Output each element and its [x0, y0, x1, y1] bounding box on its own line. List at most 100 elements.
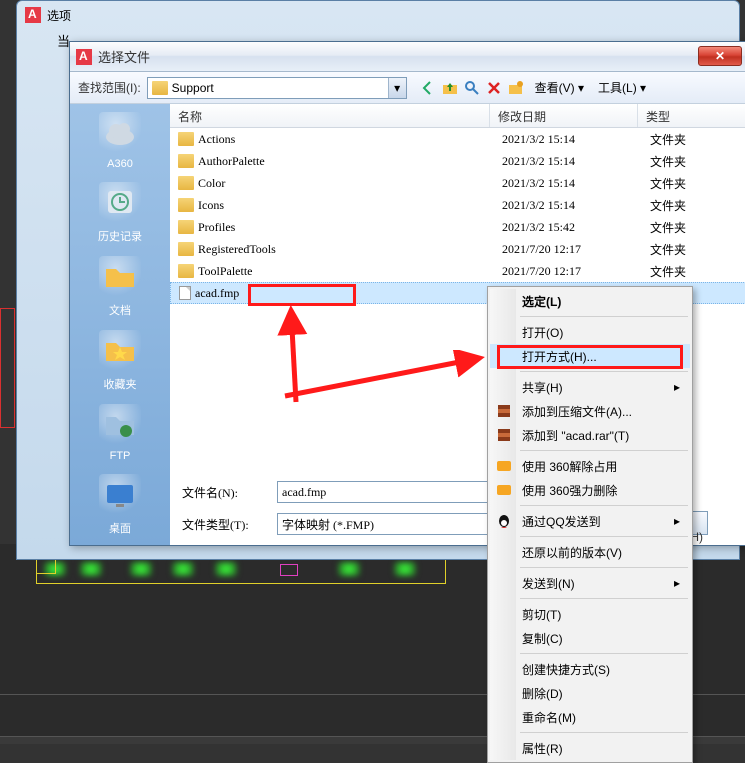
chevron-right-icon: ▸ [674, 380, 680, 394]
dialog-toolbar: 查找范围(I): Support ▾ 查看(V) ▾ 工具(L) ▾ [70, 72, 745, 104]
column-name[interactable]: 名称 [170, 104, 490, 127]
look-in-value: Support [172, 81, 214, 95]
folder-row[interactable]: Icons2021/3/2 15:14文件夹 [170, 194, 745, 216]
menu-item[interactable]: 共享(H) ▸ [490, 375, 690, 399]
file-name: Profiles [198, 220, 502, 235]
menu-separator [520, 598, 688, 599]
folder-row[interactable]: Actions2021/3/2 15:14文件夹 [170, 128, 745, 150]
place-item-folder[interactable]: 文档 [74, 256, 166, 318]
folder-row[interactable]: Profiles2021/3/2 15:42文件夹 [170, 216, 745, 238]
place-item-desktop[interactable]: 桌面 [74, 474, 166, 536]
menu-item-label: 还原以前的版本(V) [522, 544, 622, 561]
file-date: 2021/7/20 12:17 [502, 242, 650, 257]
menu-separator [520, 567, 688, 568]
menu-separator [520, 316, 688, 317]
menu-item-label: 发送到(N) [522, 575, 575, 592]
file-name: ToolPalette [198, 264, 502, 279]
cloud-icon [99, 112, 141, 154]
menu-separator [520, 450, 688, 451]
menu-item[interactable]: 剪切(T) [490, 602, 690, 626]
look-in-label: 查找范围(I): [78, 79, 141, 96]
folder-icon [178, 220, 194, 234]
menu-item-label: 打开方式(H)... [522, 348, 597, 365]
menu-item-label: 剪切(T) [522, 606, 561, 623]
menu-item[interactable]: 复制(C) [490, 626, 690, 650]
folder-row[interactable]: RegisteredTools2021/7/20 12:17文件夹 [170, 238, 745, 260]
column-date[interactable]: 修改日期 [490, 104, 638, 127]
history-icon [99, 182, 141, 224]
filename-label: 文件名(N): [182, 484, 267, 501]
tools-menu[interactable]: 工具(L) ▾ [594, 79, 650, 96]
menu-item[interactable]: 还原以前的版本(V) [490, 540, 690, 564]
delete-icon[interactable] [485, 79, 503, 97]
menu-item[interactable]: 使用 360强力删除 [490, 478, 690, 502]
menu-item[interactable]: 重命名(M) [490, 705, 690, 729]
place-label: 桌面 [109, 520, 131, 536]
folder-icon [178, 242, 194, 256]
file-type: 文件夹 [650, 241, 745, 258]
menu-item[interactable]: 打开(O) [490, 320, 690, 344]
file-date: 2021/3/2 15:14 [502, 154, 650, 169]
menu-item-label: 删除(D) [522, 685, 563, 702]
menu-item[interactable]: 属性(R) [490, 736, 690, 760]
menu-item[interactable]: 通过QQ发送到 ▸ [490, 509, 690, 533]
menu-item[interactable]: 删除(D) [490, 681, 690, 705]
column-type[interactable]: 类型 [638, 104, 745, 127]
folder-icon [152, 81, 168, 95]
up-folder-icon[interactable] [441, 79, 459, 97]
folder-row[interactable]: Color2021/3/2 15:14文件夹 [170, 172, 745, 194]
menu-item[interactable]: 使用 360解除占用 [490, 454, 690, 478]
list-header: 名称 修改日期 类型 [170, 104, 745, 128]
ftp-icon [99, 404, 141, 446]
cad-red-edge [0, 308, 15, 428]
menu-separator [520, 505, 688, 506]
menu-item[interactable]: 发送到(N)▸ [490, 571, 690, 595]
place-label: A360 [107, 158, 133, 170]
filename-input[interactable]: acad.fmp [277, 481, 517, 503]
folder-icon [178, 154, 194, 168]
back-icon[interactable] [419, 79, 437, 97]
close-button[interactable]: ✕ [698, 46, 742, 66]
folder-icon [178, 264, 194, 278]
360-icon [496, 482, 512, 498]
menu-item-label: 复制(C) [522, 630, 563, 647]
filetype-label: 文件类型(T): [182, 516, 267, 533]
menu-separator [520, 732, 688, 733]
menu-item[interactable]: 打开方式(H)... [490, 344, 690, 368]
place-label: FTP [110, 450, 131, 462]
folder-row[interactable]: AuthorPalette2021/3/2 15:14文件夹 [170, 150, 745, 172]
menu-separator [520, 371, 688, 372]
dialog-titlebar[interactable]: 选择文件 ✕ [70, 42, 745, 72]
file-date: 2021/3/2 15:14 [502, 198, 650, 213]
place-item-ftp[interactable]: FTP [74, 404, 166, 462]
folder-row[interactable]: ToolPalette2021/7/20 12:17文件夹 [170, 260, 745, 282]
menu-item-label: 使用 360解除占用 [522, 458, 617, 475]
file-name: Actions [198, 132, 502, 147]
search-icon[interactable] [463, 79, 481, 97]
chevron-right-icon: ▸ [674, 514, 680, 528]
desktop-icon [99, 474, 141, 516]
view-menu[interactable]: 查看(V) ▾ [531, 79, 588, 96]
place-item-favorites[interactable]: 收藏夹 [74, 330, 166, 392]
menu-item[interactable]: 添加到 "acad.rar"(T) [490, 423, 690, 447]
menu-item-label: 属性(R) [522, 740, 563, 757]
look-in-dropdown[interactable]: Support ▾ [147, 77, 407, 99]
menu-item-label: 共享(H) [522, 379, 563, 396]
favorites-icon [99, 330, 141, 372]
menu-item[interactable]: 选定(L) [490, 289, 690, 313]
filetype-dropdown[interactable]: 字体映射 (*.FMP) [277, 513, 517, 535]
place-item-history[interactable]: 历史记录 [74, 182, 166, 244]
file-date: 2021/3/2 15:42 [502, 220, 650, 235]
menu-item-label: 通过QQ发送到 [522, 513, 601, 530]
places-bar: A360 历史记录文档收藏夹 FTP 桌面 [70, 104, 170, 545]
menu-item-label: 添加到 "acad.rar"(T) [522, 427, 629, 444]
place-item-cloud[interactable]: A360 [74, 112, 166, 170]
menu-item[interactable]: 创建快捷方式(S) [490, 657, 690, 681]
file-type: 文件夹 [650, 153, 745, 170]
menu-item-label: 重命名(M) [522, 709, 576, 726]
file-type: 文件夹 [650, 175, 745, 192]
file-icon [179, 286, 191, 300]
new-folder-icon[interactable] [507, 79, 525, 97]
folder-icon [178, 132, 194, 146]
menu-item[interactable]: 添加到压缩文件(A)... [490, 399, 690, 423]
